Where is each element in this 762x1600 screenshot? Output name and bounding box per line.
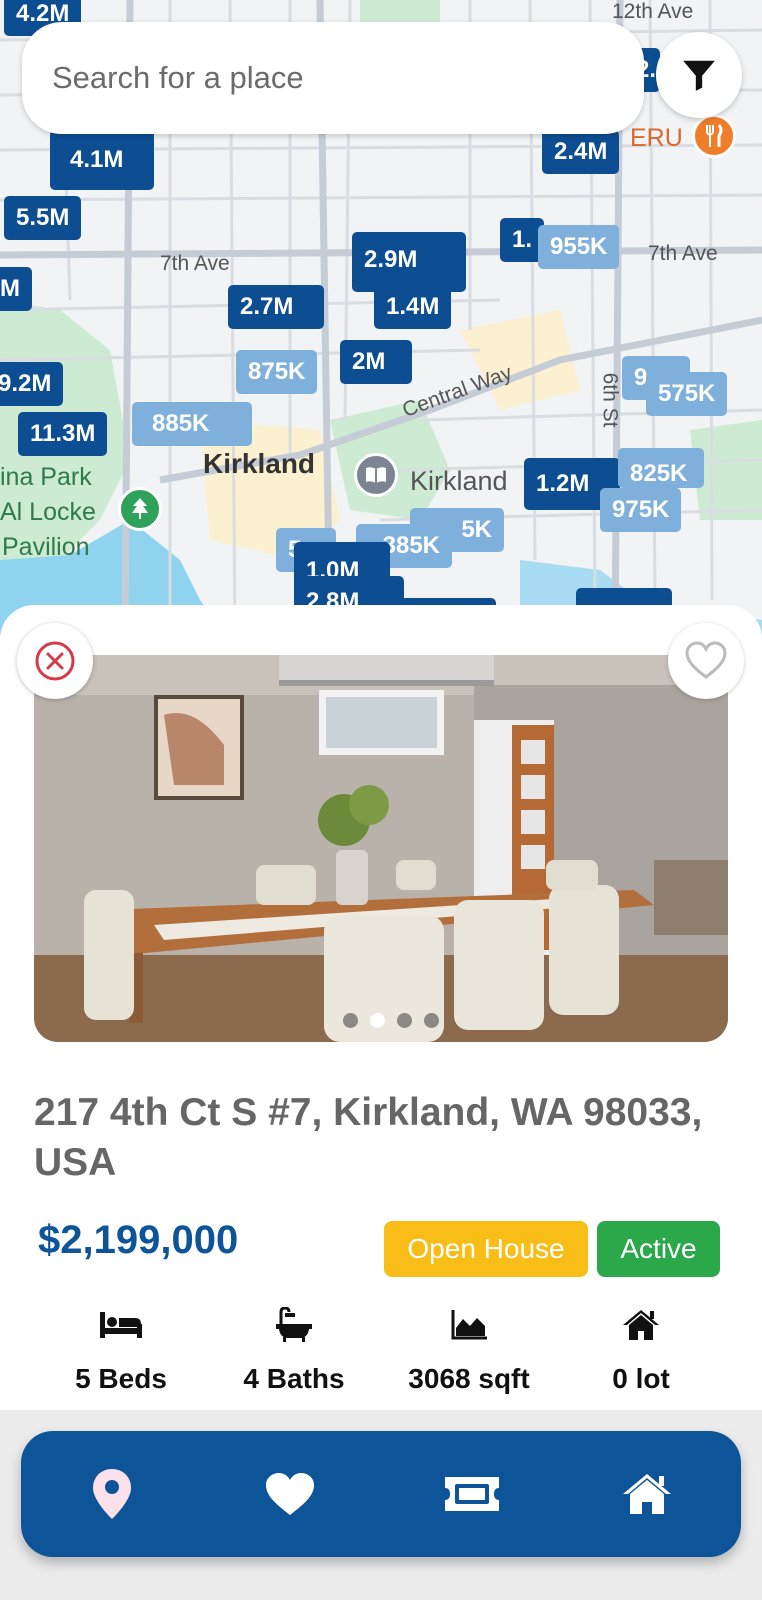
nav-tickets-button[interactable] xyxy=(440,1462,504,1526)
price-pin[interactable]: 975K xyxy=(600,488,682,532)
beds-value: 5 Beds xyxy=(75,1363,167,1394)
stat-baths: 4 Baths xyxy=(209,1305,379,1395)
pagination-dot-active[interactable] xyxy=(370,1013,385,1028)
price-pin[interactable]: 955K xyxy=(538,225,620,269)
price-pin[interactable]: 9.2M xyxy=(0,362,64,406)
baths-value: 4 Baths xyxy=(243,1363,345,1394)
poi-label: ERU xyxy=(630,124,683,152)
search-placeholder: Search for a place xyxy=(52,60,304,95)
city-label: Kirkland xyxy=(203,448,316,479)
dining-room-photo xyxy=(34,655,728,1042)
stat-area: 3068 sqft xyxy=(384,1305,554,1395)
street-label: 6th St xyxy=(598,372,622,428)
filter-button[interactable] xyxy=(656,32,742,118)
price-pin[interactable]: M xyxy=(0,267,32,311)
house-icon xyxy=(556,1305,726,1345)
close-icon xyxy=(35,641,75,681)
map-pin-icon xyxy=(93,1469,131,1519)
price-pin[interactable]: 825K xyxy=(618,448,704,488)
price-pin[interactable]: 885K xyxy=(132,402,252,446)
bathtub-icon xyxy=(209,1305,379,1345)
price-pin[interactable]: 1.4M xyxy=(374,285,452,329)
nav-favorites-button[interactable] xyxy=(258,1462,322,1526)
place-label: Kirkland xyxy=(410,466,508,496)
price-pin[interactable]: 2M xyxy=(340,340,412,384)
favorite-button[interactable] xyxy=(668,623,744,699)
area-value: 3068 sqft xyxy=(408,1363,530,1394)
price-pin[interactable]: 2.9M xyxy=(352,232,466,292)
price-pin[interactable]: 4.1M xyxy=(50,130,154,190)
price-pin[interactable]: 2.7M xyxy=(228,285,324,329)
pagination-dot[interactable] xyxy=(397,1013,412,1028)
photo-pagination[interactable] xyxy=(34,1013,728,1028)
street-label: 7th Ave xyxy=(160,252,230,275)
bed-icon xyxy=(36,1305,206,1345)
park-label: Pavilion xyxy=(2,533,90,561)
restaurant-icon[interactable] xyxy=(692,114,736,158)
street-label: 7th Ave xyxy=(648,242,718,265)
open-house-badge: Open House xyxy=(384,1221,588,1277)
ticket-icon xyxy=(445,1477,499,1511)
heart-icon xyxy=(266,1473,314,1515)
price-pin[interactable]: 875K xyxy=(236,350,318,394)
street-label: 12th Ave xyxy=(612,0,694,23)
stat-lot: 0 lot xyxy=(556,1305,726,1395)
nav-map-button[interactable] xyxy=(80,1462,144,1526)
pagination-dot[interactable] xyxy=(343,1013,358,1028)
price-pin[interactable]: 575K xyxy=(646,372,728,416)
park-label: Al Locke xyxy=(0,498,96,526)
price-pin[interactable]: 11.3M xyxy=(18,412,108,456)
home-icon xyxy=(623,1474,671,1514)
pagination-dot[interactable] xyxy=(424,1013,439,1028)
close-button[interactable] xyxy=(17,623,93,699)
price-pin[interactable]: 2.4M xyxy=(542,130,620,174)
bottom-nav xyxy=(21,1431,741,1557)
heart-outline-icon xyxy=(685,641,727,679)
listing-card[interactable]: 217 4th Ct S #7, Kirkland, WA 98033, USA… xyxy=(0,605,762,1410)
listing-price: $2,199,000 xyxy=(38,1218,239,1262)
price-pin[interactable]: 5.5M xyxy=(4,196,82,240)
listing-address: 217 4th Ct S #7, Kirkland, WA 98033, USA xyxy=(34,1091,703,1184)
lot-value: 0 lot xyxy=(612,1363,670,1394)
map-view[interactable]: 12th Ave 7th Ave 7th Ave Central Way 6th… xyxy=(0,0,762,640)
listing-photo[interactable] xyxy=(34,655,728,1042)
status-badge: Active xyxy=(597,1221,720,1277)
search-input[interactable]: Search for a place xyxy=(22,22,644,134)
stat-beds: 5 Beds xyxy=(36,1305,206,1395)
filter-icon xyxy=(683,60,715,91)
park-tree-icon[interactable] xyxy=(118,487,162,531)
nav-home-button[interactable] xyxy=(615,1462,679,1526)
library-icon[interactable] xyxy=(354,453,398,497)
area-chart-icon xyxy=(384,1305,554,1345)
park-label: ina Park xyxy=(0,463,92,491)
